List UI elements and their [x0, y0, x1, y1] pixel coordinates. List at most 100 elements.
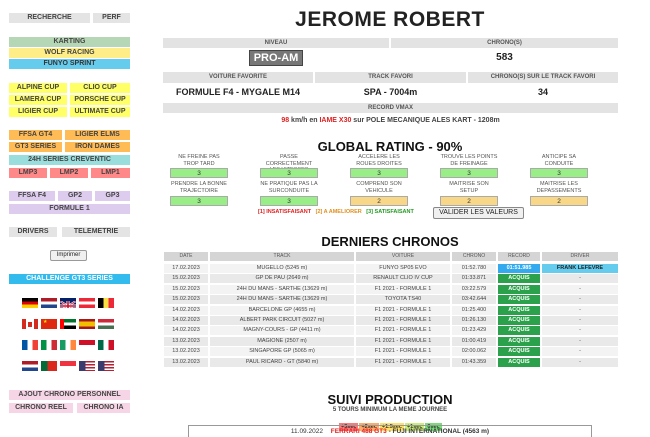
rating-value-input[interactable]: 3 — [170, 168, 228, 178]
col-header-track[interactable]: TRACK — [210, 252, 354, 261]
chrono-cell-driver[interactable]: - — [542, 336, 618, 346]
col-header-driver[interactable]: DRIVER — [542, 252, 618, 261]
flag-canada-icon[interactable] — [22, 319, 38, 329]
ajout-chrono-button[interactable]: AJOUT CHRONO PERSONNEL — [9, 390, 130, 400]
chrono-ia-button[interactable]: CHRONO IA — [77, 403, 130, 413]
ligier-elms-button[interactable]: LIGIER ELMS — [65, 130, 130, 140]
rating-value-input[interactable]: 2 — [440, 196, 498, 206]
lmp3-button[interactable]: LMP3 — [9, 168, 47, 178]
chrono-cell-record: ACQUIS — [498, 347, 540, 357]
lmp1-button[interactable]: LMP1 — [91, 168, 130, 178]
chrono-cell-driver[interactable]: - — [542, 347, 618, 357]
flag-netherlands-2-icon[interactable] — [22, 361, 38, 371]
porsche-cup-button[interactable]: PORSCHE CUP — [70, 95, 130, 105]
funyo-sprint-button[interactable]: FUNYO SPRINT — [9, 59, 130, 69]
chrono-cell-voiture[interactable]: TOYOTA TS40 — [356, 295, 450, 305]
wolf-racing-button[interactable]: WOLF RACING — [9, 48, 130, 58]
lmp2-button[interactable]: LMP2 — [50, 168, 88, 178]
flag-uk-icon[interactable] — [60, 298, 76, 308]
chrono-cell-driver[interactable]: - — [542, 357, 618, 367]
col-header-date[interactable]: DATE — [164, 252, 208, 261]
chrono-cell-voiture[interactable]: F1 2021 - FORMULE 1 — [356, 305, 450, 315]
chrono-cell-driver[interactable]: - — [542, 284, 618, 294]
24h-series-button[interactable]: 24H SERIES CREVENTIC — [9, 155, 130, 165]
imprimer-button[interactable]: Imprimer — [50, 250, 87, 261]
iron-dames-button[interactable]: IRON DAMES — [65, 142, 130, 152]
sidebar: RECHERCHE PERF KARTING WOLF RACING FUNYO… — [0, 0, 135, 433]
rating-value-input[interactable]: 2 — [350, 196, 408, 206]
chrono-cell-track[interactable]: SINGAPORE GP (5065 m) — [210, 347, 354, 357]
flag-ireland-icon[interactable] — [60, 340, 76, 350]
clio-cup-button[interactable]: CLIO CUP — [70, 83, 130, 93]
flag-france-icon[interactable] — [22, 340, 38, 350]
chrono-cell-voiture[interactable]: F1 2021 - FORMULE 1 — [356, 347, 450, 357]
chrono-cell-voiture[interactable]: FUNYO SP05 EVO — [356, 264, 450, 273]
chrono-cell-driver[interactable]: - — [542, 305, 618, 315]
rating-value-input[interactable]: 3 — [350, 168, 408, 178]
rating-value-input[interactable]: 3 — [440, 168, 498, 178]
flag-italy-icon[interactable] — [41, 340, 57, 350]
rating-value-input[interactable]: 3 — [170, 196, 228, 206]
chrono-cell-track[interactable]: GP DE PAU (2649 m) — [210, 274, 354, 284]
karting-button[interactable]: KARTING — [9, 37, 130, 47]
formule-1-button[interactable]: FORMULE 1 — [9, 204, 130, 214]
chrono-cell-track[interactable]: ALBERT PARK CIRCUIT (5027 m) — [210, 316, 354, 325]
challenge-gt3-button[interactable]: CHALLENGE GT3 SERIES — [9, 274, 130, 284]
chrono-cell-voiture[interactable]: RENAULT CLIO IV CUP — [356, 274, 450, 284]
chrono-cell-track[interactable]: PAUL RICARD - GT (5840 m) — [210, 357, 354, 367]
flag-singapore-icon[interactable] — [60, 361, 76, 371]
recherche-button[interactable]: RECHERCHE — [9, 13, 90, 23]
rating-value-input[interactable]: 2 — [530, 196, 588, 206]
chrono-cell-track[interactable]: MAGIONE (2507 m) — [210, 336, 354, 346]
chrono-cell-voiture[interactable]: F1 2021 - FORMULE 1 — [356, 336, 450, 346]
gp3-button[interactable]: GP3 — [95, 191, 130, 201]
flag-hungary-icon[interactable] — [98, 319, 114, 329]
flag-belgium-icon[interactable] — [98, 298, 114, 308]
flag-netherlands-icon[interactable] — [41, 298, 57, 308]
flag-austria-icon[interactable] — [79, 298, 95, 308]
chrono-cell-track[interactable]: BARCELONE GP (4655 m) — [210, 305, 354, 315]
flag-monaco-icon[interactable] — [79, 340, 95, 350]
chrono-cell-track[interactable]: MAGNY-COURS - GP (4411 m) — [210, 326, 354, 336]
perf-button[interactable]: PERF — [93, 13, 130, 23]
chrono-cell-voiture[interactable]: F1 2021 - FORMULE 1 — [356, 284, 450, 294]
col-header-voiture[interactable]: VOITURE — [356, 252, 450, 261]
alpine-cup-button[interactable]: ALPINE CUP — [9, 83, 67, 93]
ligier-cup-button[interactable]: LIGIER CUP — [9, 107, 67, 117]
telemetrie-button[interactable]: TELEMETRIE — [62, 227, 130, 237]
chrono-reel-button[interactable]: CHRONO REEL — [9, 403, 73, 413]
drivers-button[interactable]: DRIVERS — [9, 227, 57, 237]
flag-spain-icon[interactable] — [79, 319, 95, 329]
chrono-cell-track[interactable]: 24H DU MANS - SARTHE (13629 m) — [210, 295, 354, 305]
chrono-cell-track[interactable]: MUGELLO (5245 m) — [210, 264, 354, 273]
chrono-cell-voiture[interactable]: F1 2021 - FORMULE 1 — [356, 316, 450, 325]
rating-value-input[interactable]: 3 — [260, 196, 318, 206]
chrono-cell-driver[interactable]: - — [542, 295, 618, 305]
rating-value-input[interactable]: 3 — [530, 168, 588, 178]
ultimate-cup-button[interactable]: ULTIMATE CUP — [70, 107, 130, 117]
gp2-button[interactable]: GP2 — [58, 191, 92, 201]
flag-portugal-icon[interactable] — [41, 361, 57, 371]
flag-uae-icon[interactable] — [60, 319, 76, 329]
chrono-cell-chrono: 02:00.062 — [452, 347, 496, 357]
flag-usa-icon[interactable] — [79, 361, 95, 371]
chrono-cell-driver[interactable]: FRANK LEFEVRE — [542, 264, 618, 273]
col-header-chrono[interactable]: CHRONO — [452, 252, 496, 261]
flag-usa-2-icon[interactable] — [98, 361, 114, 371]
chrono-cell-driver[interactable]: - — [542, 326, 618, 336]
gt3-series-button[interactable]: GT3 SERIES — [9, 142, 62, 152]
ffsa-f4-button[interactable]: FFSA F4 — [9, 191, 55, 201]
chrono-cell-track[interactable]: 24H DU MANS - SARTHE (13629 m) — [210, 284, 354, 294]
flag-mexico-icon[interactable] — [98, 340, 114, 350]
flag-china-icon[interactable]: ★ — [41, 319, 57, 329]
chrono-cell-voiture[interactable]: F1 2021 - FORMULE 1 — [356, 326, 450, 336]
lamera-cup-button[interactable]: LAMERA CUP — [9, 95, 67, 105]
chrono-cell-driver[interactable]: - — [542, 274, 618, 284]
chrono-cell-voiture[interactable]: F1 2021 - FORMULE 1 — [356, 357, 450, 367]
rating-value-input[interactable]: 3 — [260, 168, 318, 178]
valider-button[interactable]: VALIDER LES VALEURS — [433, 207, 524, 219]
ffsa-gt4-button[interactable]: FFSA GT4 — [9, 130, 62, 140]
chrono-cell-driver[interactable]: - — [542, 316, 618, 325]
col-header-record[interactable]: RECORD — [498, 252, 540, 261]
flag-germany-icon[interactable] — [22, 298, 38, 308]
